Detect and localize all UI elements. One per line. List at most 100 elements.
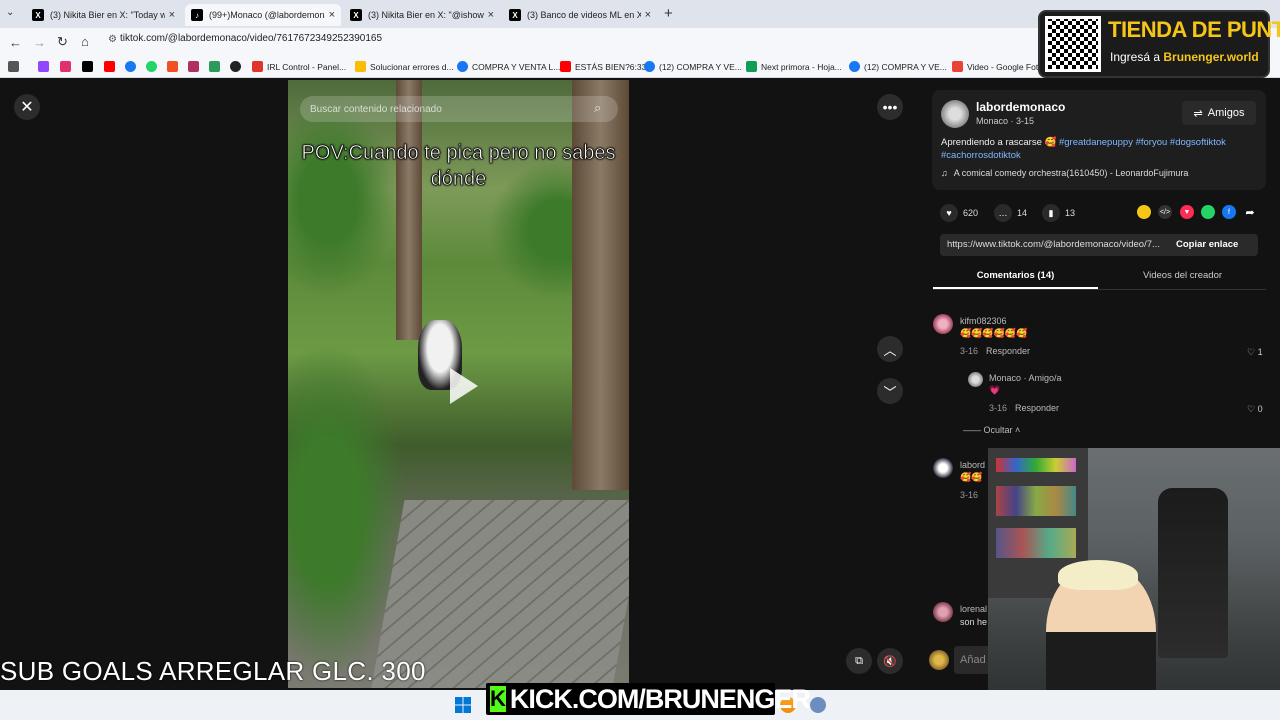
search-icon[interactable]: ⌕: [594, 100, 601, 116]
avatar[interactable]: [941, 100, 969, 128]
more-icon: •••: [882, 99, 898, 115]
video-caption: POV:Cuando te pica pero no sabes dónde: [301, 142, 616, 191]
browser-tab[interactable]: X (3) Nikita Bier en X: "Today we ×: [26, 4, 181, 26]
forward-icon[interactable]: →: [33, 35, 46, 50]
twitch-icon[interactable]: [38, 61, 49, 72]
windows-start-icon[interactable]: [455, 697, 471, 713]
whatsapp-icon[interactable]: [146, 61, 157, 72]
send-icon[interactable]: ▼: [1180, 205, 1194, 219]
facebook-icon[interactable]: [125, 61, 136, 72]
comment-author[interactable]: labord: [960, 460, 985, 470]
tab-search-icon[interactable]: ⌄: [6, 7, 14, 18]
play-icon[interactable]: [440, 364, 484, 408]
browser-tab[interactable]: X (3) Banco de videos ML en X: " ×: [503, 4, 657, 26]
microsoft-icon[interactable]: [167, 61, 178, 72]
instagram-icon[interactable]: [60, 61, 71, 72]
comment-author[interactable]: lorenal: [960, 604, 987, 614]
reply-button[interactable]: Responder: [1015, 403, 1059, 413]
whatsapp-icon[interactable]: [1201, 205, 1215, 219]
like-button[interactable]: ♥ 620: [940, 204, 978, 222]
comment-button[interactable]: … 14: [994, 204, 1027, 222]
hashtag-link[interactable]: #cachorrosdotiktok: [941, 150, 1021, 161]
tab-title: (3) Nikita Bier en X: "@ishowsp: [368, 10, 484, 20]
facebook-icon[interactable]: f: [1222, 205, 1236, 219]
hashtag-link[interactable]: #dogsoftiktok: [1170, 137, 1226, 148]
author-username[interactable]: labordemonaco: [976, 100, 1065, 114]
avatar[interactable]: [933, 314, 953, 334]
coin-icon[interactable]: [1137, 205, 1151, 219]
avatar[interactable]: [933, 458, 953, 478]
close-button[interactable]: ✕: [14, 94, 40, 120]
youtube-icon[interactable]: [104, 61, 115, 72]
url-field[interactable]: tiktok.com/@labordemonaco/video/76176723…: [120, 33, 382, 44]
share-arrow-icon[interactable]: ➦: [1243, 205, 1257, 219]
comment-like-button[interactable]: ♡ 1: [1247, 347, 1263, 358]
bookmark-item[interactable]: Solucionar errores d...: [355, 61, 454, 72]
tiktok-icon: ♪: [191, 9, 203, 21]
github-icon[interactable]: [230, 61, 241, 72]
music-note-icon: ♫: [941, 168, 948, 178]
close-tab-icon[interactable]: ×: [329, 9, 335, 21]
browser-tab[interactable]: X (3) Nikita Bier en X: "@ishowsp ×: [344, 4, 500, 26]
bookmark-icon[interactable]: [188, 61, 199, 72]
tab-comments[interactable]: Comentarios (14): [933, 270, 1098, 281]
comment-like-button[interactable]: ♡ 0: [1247, 404, 1263, 415]
save-button[interactable]: ▮ 13: [1042, 204, 1075, 222]
related-search-input[interactable]: Buscar contenido relacionado: [300, 96, 618, 122]
bookmark-item[interactable]: Next primora - Hoja...: [746, 61, 842, 72]
home-icon[interactable]: ⌂: [81, 34, 89, 49]
comment-author[interactable]: Monaco · Amigo/a: [989, 373, 1062, 383]
picture-in-picture-button[interactable]: ⧉: [846, 648, 872, 674]
more-options-button[interactable]: •••: [877, 94, 903, 120]
copy-link-button[interactable]: Copiar enlace: [1176, 239, 1238, 250]
comment-date: 3-16: [960, 490, 979, 500]
bookmark-label: (12) COMPRA Y VE...: [864, 61, 947, 72]
bookmark-item[interactable]: (12) COMPRA Y VE...: [644, 61, 742, 72]
hashtag-link[interactable]: #foryou: [1136, 137, 1168, 148]
bookmark-item[interactable]: IRL Control - Panel...: [252, 61, 346, 72]
comment-text: 🥰🥰🥰🥰🥰🥰: [960, 328, 1028, 338]
hide-replies-button[interactable]: —— Ocultar ˄: [963, 425, 1020, 435]
bookmark-item[interactable]: COMPRA Y VENTA L...: [457, 61, 560, 72]
next-video-button[interactable]: ﹀: [877, 378, 903, 404]
bookmark-item[interactable]: (12) COMPRA Y VE...: [849, 61, 947, 72]
comment-text: 🥰🥰: [960, 472, 983, 482]
settings-icon[interactable]: [810, 697, 826, 713]
bookmark-icon: ▮: [1042, 204, 1060, 222]
comment-author[interactable]: kifm082306: [960, 316, 1007, 326]
video-description: Aprendiendo a rascarse 🥰 #greatdanepuppy…: [941, 137, 1257, 162]
friends-button[interactable]: ⇌ Amigos: [1182, 101, 1256, 125]
x-icon[interactable]: [82, 61, 93, 72]
hashtag-link[interactable]: #greatdanepuppy: [1059, 137, 1133, 148]
previous-video-button[interactable]: ︿: [877, 336, 903, 362]
bookmark-item[interactable]: Video - Google Foto...: [952, 61, 1050, 72]
video-link-field[interactable]: https://www.tiktok.com/@labordemonaco/vi…: [947, 239, 1171, 250]
embed-icon[interactable]: </>: [1158, 205, 1172, 219]
points-store-subtitle: Ingresá a Brunenger.world: [1110, 50, 1259, 64]
close-tab-icon[interactable]: ×: [645, 9, 651, 21]
kick-channel-text: KICK.COM/BRUNENGER: [509, 683, 811, 714]
music-info[interactable]: ♫ A comical comedy orchestra(1610450) - L…: [941, 168, 1188, 178]
avatar[interactable]: [933, 602, 953, 622]
reload-icon[interactable]: ↻: [57, 34, 68, 50]
apps-icon[interactable]: [8, 61, 19, 72]
close-tab-icon[interactable]: ×: [169, 9, 175, 21]
description-text: Aprendiendo a rascarse 🥰: [941, 137, 1059, 148]
comment-like-count: 0: [1257, 404, 1263, 414]
mute-button[interactable]: 🔇: [877, 648, 903, 674]
avatar[interactable]: [968, 372, 983, 387]
bookmark-label: IRL Control - Panel...: [267, 61, 347, 72]
browser-tab-active[interactable]: ♪ (99+)Monaco (@labordemonac ×: [185, 4, 341, 26]
webcam-chair: [1158, 488, 1228, 658]
site-info-icon[interactable]: ⚙: [108, 34, 117, 45]
close-tab-icon[interactable]: ×: [488, 9, 494, 21]
active-tab-indicator: [933, 287, 1098, 289]
new-tab-button[interactable]: +: [664, 5, 673, 22]
reply-button[interactable]: Responder: [986, 346, 1030, 356]
bookmark-icon[interactable]: [209, 61, 220, 72]
back-icon[interactable]: ←: [9, 35, 22, 50]
tab-creator-videos[interactable]: Videos del creador: [1100, 270, 1265, 281]
bookmark-item[interactable]: ESTÁS BIEN?6:33: [560, 61, 646, 72]
points-store-prefix: Ingresá a: [1110, 50, 1164, 64]
comment-count: 14: [1017, 208, 1028, 218]
